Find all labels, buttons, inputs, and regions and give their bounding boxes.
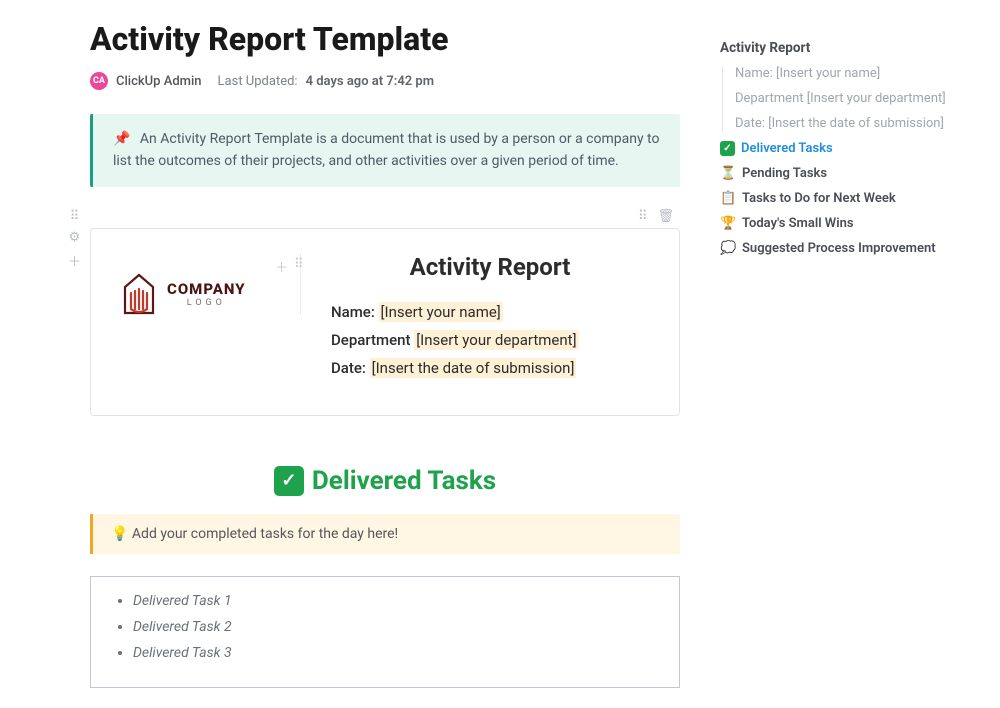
field-value: [Insert your department]	[414, 330, 578, 350]
outline-item-pending[interactable]: ⏳ Pending Tasks	[720, 166, 1000, 181]
outline-item-improvement[interactable]: 💭 Suggested Process Improvement	[720, 241, 1000, 256]
table-row[interactable]: Department [Insert your department]	[331, 331, 649, 349]
thought-bubble-icon: 💭	[720, 241, 736, 256]
field-value: [Insert the date of submission]	[370, 358, 577, 378]
outline-subitem[interactable]: Date: [Insert the date of submission]	[735, 116, 1000, 131]
delivered-list-box[interactable]: Delivered Task 1 Delivered Task 2 Delive…	[90, 576, 680, 688]
author-avatar: CA	[90, 72, 108, 90]
intro-callout-text: An Activity Report Template is a documen…	[113, 131, 660, 169]
field-label: Department	[331, 331, 410, 349]
delivered-callout-text: Add your completed tasks for the day her…	[132, 526, 398, 542]
list-item[interactable]: Delivered Task 3	[133, 645, 655, 661]
delivered-tasks-heading: ✓ Delivered Tasks	[90, 466, 680, 496]
outline-subitem[interactable]: Department [Insert your department]	[735, 91, 1000, 106]
inner-add-icon[interactable]: ＋	[275, 257, 288, 276]
delivered-callout: 💡 Add your completed tasks for the day h…	[90, 514, 680, 554]
company-logo: COMPANY LOGO	[121, 253, 301, 315]
block-settings-icon[interactable]: ⚙	[68, 230, 81, 245]
updated-label: Last Updated:	[218, 74, 298, 89]
check-icon: ✓	[274, 466, 304, 496]
outline-title[interactable]: Activity Report	[720, 40, 1000, 56]
column-drag-handle-icon[interactable]: ⠿	[638, 209, 648, 224]
add-block-icon[interactable]: ＋	[68, 251, 81, 270]
report-card: COMPANY LOGO ＋ ⠿ Activity Report Name: […	[90, 228, 680, 416]
updated-value: 4 days ago at 7:42 pm	[306, 74, 434, 89]
page-title: Activity Report Template	[90, 20, 680, 58]
inner-drag-icon[interactable]: ⠿	[294, 257, 304, 276]
table-row[interactable]: Name: [Insert your name]	[331, 303, 649, 321]
author-name: ClickUp Admin	[116, 74, 202, 89]
intro-callout: 📌 An Activity Report Template is a docum…	[90, 114, 680, 187]
logo-text-sub: LOGO	[167, 298, 246, 308]
list-item[interactable]: Delivered Task 1	[133, 593, 655, 609]
field-label: Name:	[331, 303, 375, 321]
logo-icon	[121, 273, 157, 315]
check-icon: ✓	[720, 141, 735, 156]
outline-sidebar: Activity Report Name: [Insert your name]…	[720, 20, 1000, 688]
list-item[interactable]: Delivered Task 2	[133, 619, 655, 635]
clipboard-icon: 📋	[720, 191, 736, 206]
field-value: [Insert your name]	[379, 302, 503, 322]
outline-subitem[interactable]: Name: [Insert your name]	[735, 66, 1000, 81]
outline-item-next-week[interactable]: 📋 Tasks to Do for Next Week	[720, 191, 1000, 206]
table-row[interactable]: Date: [Insert the date of submission]	[331, 359, 649, 377]
card-heading: Activity Report	[331, 253, 649, 281]
hourglass-icon: ⏳	[720, 166, 736, 181]
lightbulb-icon: 💡	[111, 526, 128, 542]
logo-text-main: COMPANY	[167, 280, 246, 298]
drag-handle-icon[interactable]: ⠿	[68, 209, 81, 224]
delete-column-icon[interactable]: 🗑	[657, 209, 674, 224]
pushpin-icon: 📌	[113, 131, 130, 147]
outline-item-delivered[interactable]: ✓ Delivered Tasks	[720, 141, 1000, 156]
byline: CA ClickUp Admin Last Updated: 4 days ag…	[90, 72, 680, 90]
trophy-icon: 🏆	[720, 216, 736, 231]
outline-item-wins[interactable]: 🏆 Today's Small Wins	[720, 216, 1000, 231]
field-label: Date:	[331, 359, 366, 377]
